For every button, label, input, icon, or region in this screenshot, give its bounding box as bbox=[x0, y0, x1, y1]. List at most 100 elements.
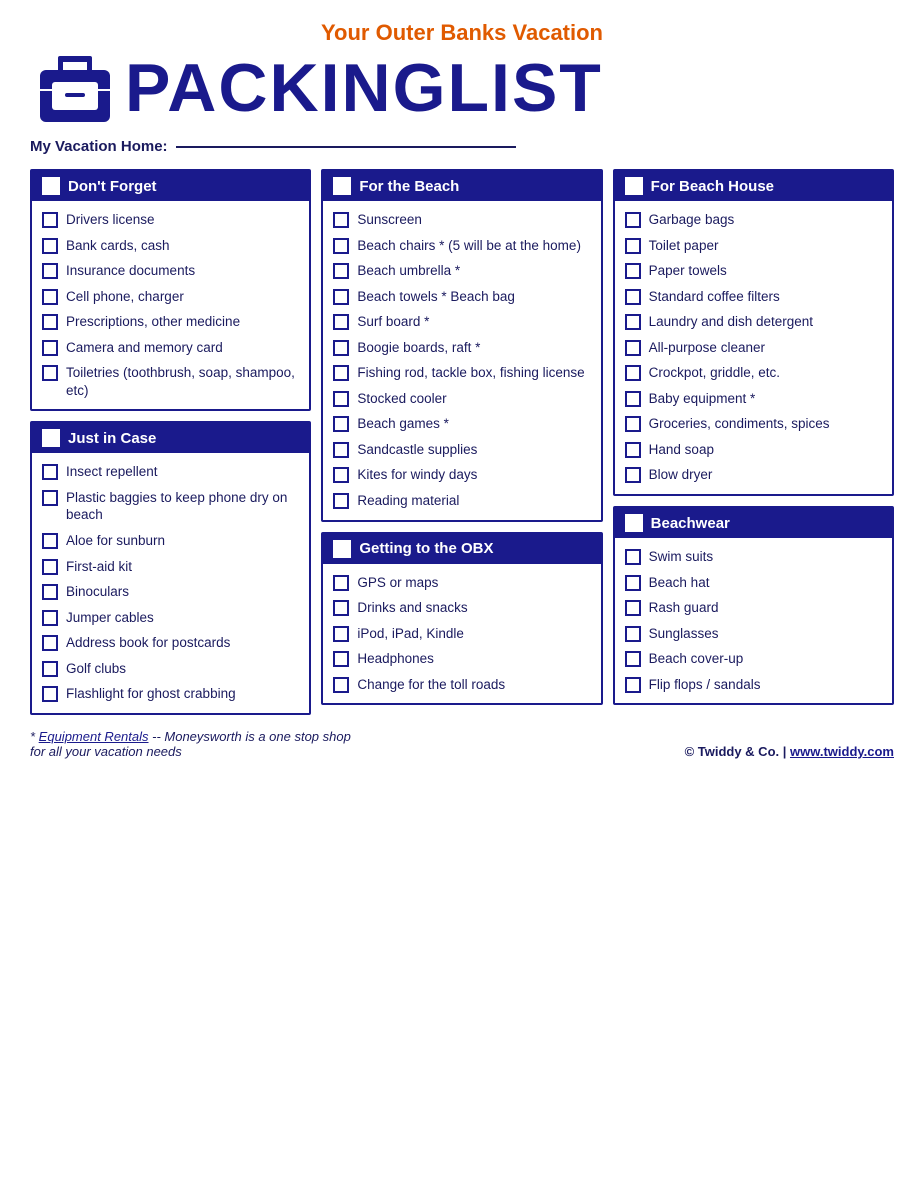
checklist-columns: Don't Forget Drivers license Bank cards,… bbox=[30, 169, 894, 715]
checkbox[interactable] bbox=[333, 626, 349, 642]
checkbox[interactable] bbox=[333, 677, 349, 693]
footer: * Equipment Rentals -- Moneysworth is a … bbox=[30, 729, 894, 759]
checkbox[interactable] bbox=[333, 391, 349, 407]
list-item: Beach hat bbox=[625, 570, 882, 596]
checkbox[interactable] bbox=[42, 533, 58, 549]
list-item: Blow dryer bbox=[625, 462, 882, 488]
section-title-for-the-beach: For the Beach bbox=[359, 178, 459, 195]
list-item: Beach games * bbox=[333, 411, 590, 437]
checkbox[interactable] bbox=[333, 493, 349, 509]
list-item: Camera and memory card bbox=[42, 335, 299, 361]
vacation-home-label: My Vacation Home: bbox=[30, 138, 168, 155]
checkbox[interactable] bbox=[42, 559, 58, 575]
list-item: Flashlight for ghost crabbing bbox=[42, 681, 299, 707]
checkbox[interactable] bbox=[42, 263, 58, 279]
checkbox[interactable] bbox=[42, 289, 58, 305]
checkbox[interactable] bbox=[42, 340, 58, 356]
list-item: Garbage bags bbox=[625, 207, 882, 233]
section-header-checkbox-getting-to-obx[interactable] bbox=[333, 540, 351, 558]
list-item: Address book for postcards bbox=[42, 630, 299, 656]
checkbox[interactable] bbox=[625, 365, 641, 381]
section-title-just-in-case: Just in Case bbox=[68, 430, 156, 447]
checkbox[interactable] bbox=[625, 549, 641, 565]
checkbox[interactable] bbox=[625, 626, 641, 642]
vacation-home-line[interactable] bbox=[176, 146, 516, 148]
list-item: All-purpose cleaner bbox=[625, 335, 882, 361]
checkbox[interactable] bbox=[42, 464, 58, 480]
checkbox[interactable] bbox=[42, 686, 58, 702]
section-body-for-the-beach: Sunscreen Beach chairs * (5 will be at t… bbox=[323, 201, 600, 520]
checkbox[interactable] bbox=[625, 575, 641, 591]
checkbox[interactable] bbox=[333, 340, 349, 356]
list-item: Baby equipment * bbox=[625, 386, 882, 412]
list-item: Sunscreen bbox=[333, 207, 590, 233]
checkbox[interactable] bbox=[333, 600, 349, 616]
list-item: Bank cards, cash bbox=[42, 233, 299, 259]
list-item: Boogie boards, raft * bbox=[333, 335, 590, 361]
checkbox[interactable] bbox=[42, 365, 58, 381]
checkbox[interactable] bbox=[333, 238, 349, 254]
checkbox[interactable] bbox=[333, 467, 349, 483]
section-beachwear: Beachwear Swim suits Beach hat Rash guar… bbox=[613, 506, 894, 705]
checkbox[interactable] bbox=[625, 263, 641, 279]
checkbox[interactable] bbox=[333, 212, 349, 228]
list-item: Aloe for sunburn bbox=[42, 528, 299, 554]
checkbox[interactable] bbox=[333, 365, 349, 381]
checkbox[interactable] bbox=[42, 661, 58, 677]
section-title-beachwear: Beachwear bbox=[651, 515, 730, 532]
checkbox[interactable] bbox=[625, 391, 641, 407]
checkbox[interactable] bbox=[625, 467, 641, 483]
equipment-rentals-link[interactable]: Equipment Rentals bbox=[39, 729, 149, 744]
column-3: For Beach House Garbage bags Toilet pape… bbox=[613, 169, 894, 705]
checkbox[interactable] bbox=[625, 651, 641, 667]
section-body-just-in-case: Insect repellent Plastic baggies to keep… bbox=[32, 453, 309, 712]
list-item: Change for the toll roads bbox=[333, 672, 590, 698]
list-item: Kites for windy days bbox=[333, 462, 590, 488]
section-title-getting-to-obx: Getting to the OBX bbox=[359, 540, 493, 557]
checkbox[interactable] bbox=[333, 263, 349, 279]
list-item: Stocked cooler bbox=[333, 386, 590, 412]
section-body-getting-to-obx: GPS or maps Drinks and snacks iPod, iPad… bbox=[323, 564, 600, 704]
checkbox[interactable] bbox=[625, 416, 641, 432]
checkbox[interactable] bbox=[625, 442, 641, 458]
list-item: Rash guard bbox=[625, 595, 882, 621]
checkbox[interactable] bbox=[333, 416, 349, 432]
checkbox[interactable] bbox=[625, 238, 641, 254]
checkbox[interactable] bbox=[42, 610, 58, 626]
section-for-the-beach: For the Beach Sunscreen Beach chairs * (… bbox=[321, 169, 602, 522]
twiddy-link[interactable]: www.twiddy.com bbox=[790, 744, 894, 759]
section-header-checkbox-for-beach-house[interactable] bbox=[625, 177, 643, 195]
list-item: Surf board * bbox=[333, 309, 590, 335]
checkbox[interactable] bbox=[333, 442, 349, 458]
checkbox[interactable] bbox=[42, 314, 58, 330]
list-item: Crockpot, griddle, etc. bbox=[625, 360, 882, 386]
section-body-beachwear: Swim suits Beach hat Rash guard Sunglass… bbox=[615, 538, 892, 703]
section-header-checkbox-just-in-case[interactable] bbox=[42, 429, 60, 447]
checkbox[interactable] bbox=[333, 575, 349, 591]
section-header-checkbox-for-the-beach[interactable] bbox=[333, 177, 351, 195]
checkbox[interactable] bbox=[42, 212, 58, 228]
checkbox[interactable] bbox=[333, 651, 349, 667]
column-1: Don't Forget Drivers license Bank cards,… bbox=[30, 169, 311, 715]
checkbox[interactable] bbox=[333, 289, 349, 305]
list-item: First-aid kit bbox=[42, 554, 299, 580]
checkbox[interactable] bbox=[42, 584, 58, 600]
checkbox[interactable] bbox=[625, 314, 641, 330]
checkbox[interactable] bbox=[625, 600, 641, 616]
list-item: Toilet paper bbox=[625, 233, 882, 259]
section-header-checkbox-beachwear[interactable] bbox=[625, 514, 643, 532]
checkbox[interactable] bbox=[42, 238, 58, 254]
section-title-dont-forget: Don't Forget bbox=[68, 178, 157, 195]
checkbox[interactable] bbox=[625, 677, 641, 693]
checkbox[interactable] bbox=[42, 490, 58, 506]
section-header-checkbox-dont-forget[interactable] bbox=[42, 177, 60, 195]
list-item: Swim suits bbox=[625, 544, 882, 570]
checkbox[interactable] bbox=[625, 289, 641, 305]
checkbox[interactable] bbox=[625, 340, 641, 356]
checkbox[interactable] bbox=[42, 635, 58, 651]
list-item: Beach chairs * (5 will be at the home) bbox=[333, 233, 590, 259]
checkbox[interactable] bbox=[625, 212, 641, 228]
checkbox[interactable] bbox=[333, 314, 349, 330]
list-item: Golf clubs bbox=[42, 656, 299, 682]
list-item: iPod, iPad, Kindle bbox=[333, 621, 590, 647]
